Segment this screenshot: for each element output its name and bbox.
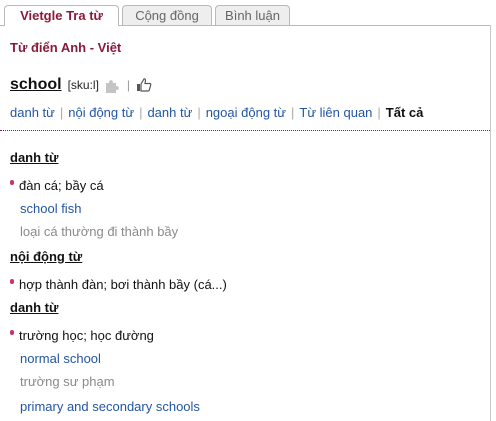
right-border bbox=[490, 25, 491, 421]
nav-tat-ca[interactable]: Tất cả bbox=[386, 105, 424, 120]
dictionary-title: Từ điển Anh - Việt bbox=[10, 40, 122, 55]
nav-danh-tu-1[interactable]: danh từ bbox=[10, 105, 55, 120]
bullet-icon bbox=[10, 279, 14, 284]
header-separator: | bbox=[126, 78, 131, 92]
example-translation: trường sư phạm bbox=[20, 374, 115, 389]
section-pos-heading: danh từ bbox=[10, 300, 59, 315]
meaning-text: trường học; học đường bbox=[19, 328, 154, 343]
nav-separator: | bbox=[59, 105, 64, 120]
meaning-text: hợp thành đàn; bơi thành bầy (cá...) bbox=[19, 277, 227, 292]
pronunciation: [sku:l] bbox=[67, 78, 99, 92]
entry-header: school [sku:l] | bbox=[10, 74, 152, 96]
bullet-icon bbox=[10, 180, 14, 185]
bullet-icon bbox=[10, 330, 14, 335]
nav-tu-lien-quan[interactable]: Từ liên quan bbox=[299, 105, 372, 120]
nav-separator: | bbox=[290, 105, 295, 120]
tab-binh-luan[interactable]: Bình luận bbox=[215, 5, 290, 25]
meaning-item: trường học; học đường bbox=[10, 328, 154, 343]
example-translation: loại cá thường đi thành bầy bbox=[20, 224, 179, 239]
puzzle-icon[interactable] bbox=[104, 77, 121, 94]
thumbs-up-icon[interactable] bbox=[136, 77, 152, 93]
pos-navigation: danh từ | nội động từ | danh từ | ngoại động t… bbox=[10, 105, 423, 120]
headword[interactable]: school bbox=[10, 76, 62, 94]
meaning-item: hợp thành đàn; bơi thành bầy (cá...) bbox=[10, 277, 227, 292]
section-pos-heading: nội động từ bbox=[10, 249, 83, 264]
tab-vietgle-tra-tu[interactable]: Vietgle Tra từ bbox=[4, 5, 119, 26]
nav-ngoai-dong-tu[interactable]: ngoại động từ bbox=[206, 105, 286, 120]
nav-separator: | bbox=[197, 105, 201, 120]
tab-cong-dong[interactable]: Cộng đồng bbox=[122, 5, 212, 25]
example-phrase[interactable]: primary and secondary schools bbox=[20, 399, 200, 414]
example-phrase[interactable]: normal school bbox=[20, 351, 101, 366]
nav-separator: | bbox=[377, 105, 381, 120]
nav-separator: | bbox=[139, 105, 143, 120]
meaning-text: đàn cá; bầy cá bbox=[19, 178, 104, 193]
tab-bar: Vietgle Tra từ Cộng đồng Bình luận bbox=[0, 0, 496, 26]
meaning-item: đàn cá; bầy cá bbox=[10, 178, 104, 193]
dotted-divider bbox=[0, 130, 490, 131]
section-pos-heading: danh từ bbox=[10, 150, 59, 165]
nav-danh-tu-2[interactable]: danh từ bbox=[147, 105, 192, 120]
example-phrase[interactable]: school fish bbox=[20, 201, 81, 216]
nav-noi-dong-tu[interactable]: nội động từ bbox=[68, 105, 134, 120]
